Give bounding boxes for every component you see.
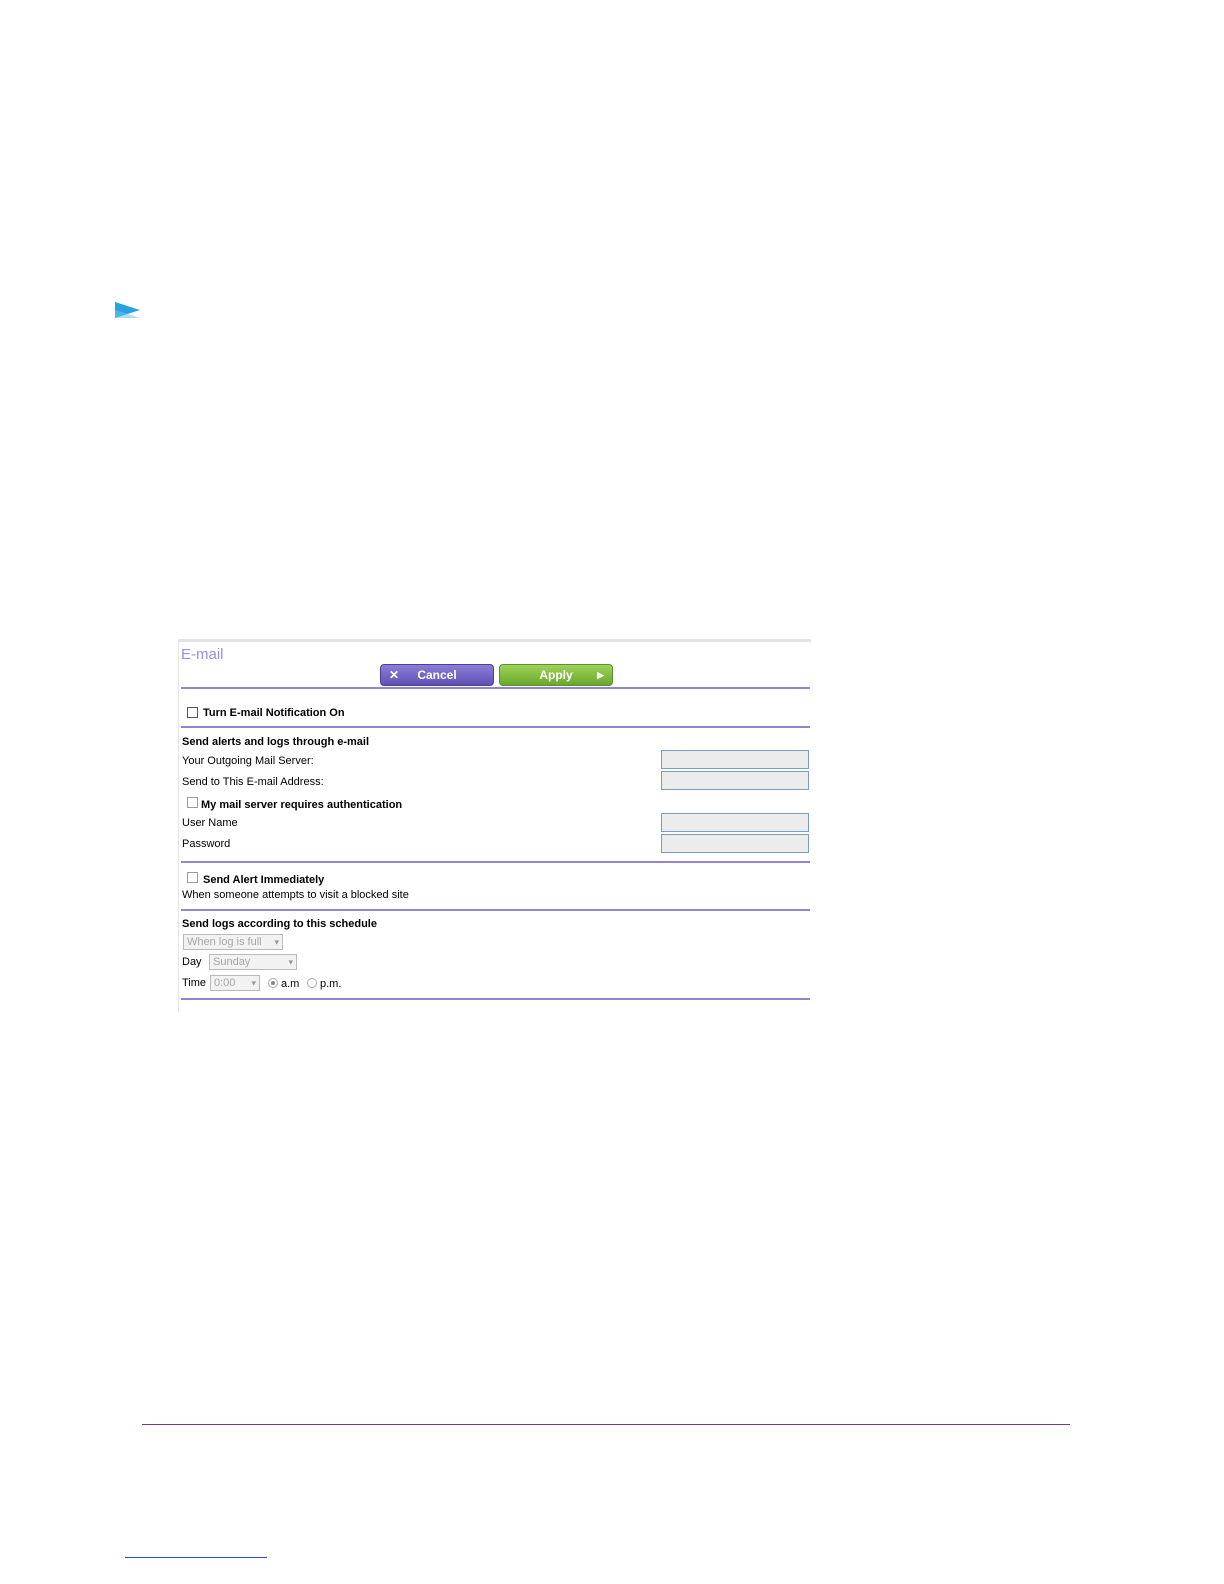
schedule-heading: Send logs according to this schedule <box>182 918 377 930</box>
send-alert-checkbox[interactable] <box>187 872 198 883</box>
pm-label: p.m. <box>320 978 342 990</box>
email-notification-label: Turn E-mail Notification On <box>203 707 345 719</box>
schedule-value: When log is full <box>187 936 262 948</box>
send-to-label: Send to This E-mail Address: <box>182 776 324 788</box>
email-notification-checkbox[interactable] <box>187 707 198 718</box>
chevron-down-icon: ▾ <box>274 937 279 947</box>
divider <box>181 687 810 689</box>
schedule-select[interactable]: When log is full ▾ <box>183 934 283 950</box>
pm-radio[interactable] <box>307 978 317 988</box>
time-select[interactable]: 0:00 ▾ <box>210 975 260 991</box>
footer-divider <box>142 1424 1070 1425</box>
time-value: 0:00 <box>214 977 236 989</box>
password-label: Password <box>182 838 231 850</box>
auth-checkbox[interactable] <box>187 797 198 808</box>
day-select[interactable]: Sunday ▾ <box>209 954 297 970</box>
divider <box>181 861 810 863</box>
time-label: Time <box>182 977 207 989</box>
arrow-icon <box>115 302 140 318</box>
apply-label: Apply <box>539 668 573 682</box>
divider <box>181 909 810 911</box>
outgoing-server-label: Your Outgoing Mail Server: <box>182 755 314 767</box>
divider <box>181 726 810 728</box>
play-icon: ▶ <box>597 670 604 680</box>
page-title: E-mail <box>181 646 224 663</box>
send-alert-label: Send Alert Immediately <box>203 874 325 886</box>
divider <box>181 998 810 1000</box>
auth-label: My mail server requires authentication <box>201 799 403 811</box>
chevron-down-icon: ▾ <box>288 957 293 967</box>
close-icon: ✕ <box>389 668 400 682</box>
email-settings-panel: E-mail ✕ Cancel Apply ▶ Turn E-mail Noti… <box>178 639 811 1012</box>
outgoing-server-field[interactable] <box>661 750 809 769</box>
footer-link-underline <box>125 1557 267 1558</box>
am-radio[interactable] <box>268 978 278 988</box>
username-label: User Name <box>182 817 238 829</box>
password-field[interactable] <box>661 834 809 853</box>
am-label: a.m <box>281 978 300 990</box>
cancel-button[interactable]: ✕ Cancel <box>380 664 494 686</box>
day-label: Day <box>182 956 202 968</box>
send-alert-description: When someone attempts to visit a blocked… <box>182 889 409 901</box>
day-value: Sunday <box>213 956 251 968</box>
cancel-label: Cancel <box>417 668 457 682</box>
apply-button[interactable]: Apply ▶ <box>499 664 613 686</box>
chevron-down-icon: ▾ <box>251 978 256 988</box>
username-field[interactable] <box>661 813 809 832</box>
send-to-email-field[interactable] <box>661 771 809 790</box>
send-alerts-heading: Send alerts and logs through e-mail <box>182 736 370 748</box>
